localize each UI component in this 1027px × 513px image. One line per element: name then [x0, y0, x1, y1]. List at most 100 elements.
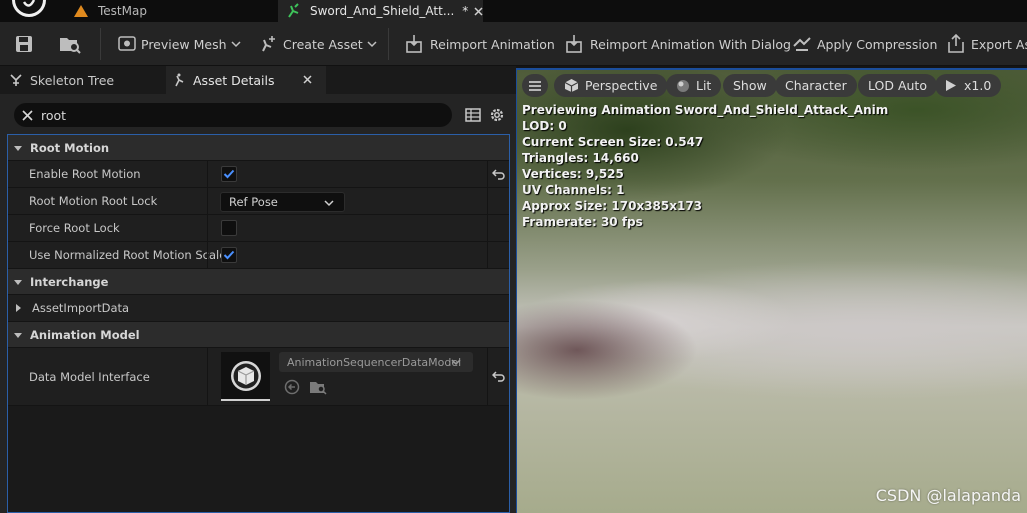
category-root-motion[interactable]: Root Motion: [8, 135, 509, 161]
property-force-root-lock: Force Root Lock: [8, 215, 509, 242]
category-animation-model[interactable]: Animation Model: [8, 322, 509, 348]
chevron-down-icon: [324, 200, 334, 207]
asset-cube-icon: [230, 360, 261, 391]
character-button[interactable]: Character: [775, 74, 857, 97]
hamburger-menu-icon: [529, 80, 541, 91]
tab-skeleton-tree[interactable]: Skeleton Tree: [0, 66, 165, 94]
character-label: Character: [785, 78, 847, 93]
preview-mesh-icon: [118, 36, 136, 51]
lit-label: Lit: [696, 78, 712, 93]
reimport-with-dialog-label: Reimport Animation With Dialog: [590, 36, 791, 52]
details-panel: Skeleton Tree Asset Details root Root Mo…: [0, 66, 516, 513]
chevron-down-icon: [451, 359, 461, 366]
play-icon: [946, 80, 956, 91]
viewport-stat-line: LOD: 0: [522, 119, 567, 133]
preview-mesh-button[interactable]: Preview Mesh: [118, 22, 246, 66]
preview-mesh-label: Preview Mesh: [141, 36, 227, 52]
checkmark-icon: [223, 250, 235, 260]
property-enable-root-motion: Enable Root Motion: [8, 161, 509, 188]
apply-compression-button[interactable]: Apply Compression: [792, 22, 937, 66]
tab-skeleton-tree-label: Skeleton Tree: [30, 72, 115, 88]
browse-folder-icon: [60, 38, 81, 54]
category-interchange[interactable]: Interchange: [8, 269, 509, 295]
close-icon[interactable]: [474, 6, 483, 16]
property-label: AssetImportData: [32, 301, 130, 315]
unreal-logo-icon[interactable]: [8, 0, 50, 20]
search-input[interactable]: root: [14, 103, 452, 127]
checkmark-icon: [223, 169, 235, 179]
data-model-value: AnimationSequencerDataModel: [287, 355, 462, 369]
tab-animation-asset[interactable]: Sword_And_Shield_Att... *: [278, 0, 483, 22]
settings-gear-icon[interactable]: [488, 106, 506, 124]
property-label: Use Normalized Root Motion Scale: [29, 248, 227, 262]
category-label: Interchange: [30, 274, 109, 289]
data-model-dropdown[interactable]: AnimationSequencerDataModel: [279, 352, 473, 372]
asset-details-icon: [173, 73, 185, 87]
viewport-stat-line: Vertices: 9,525: [522, 167, 624, 181]
property-label: Enable Root Motion: [29, 167, 141, 181]
chevron-right-icon: [16, 304, 21, 312]
chevron-down-icon: [14, 279, 22, 285]
chevron-down-icon: [14, 145, 22, 151]
root-lock-dropdown[interactable]: Ref Pose: [220, 192, 345, 212]
reset-to-default-icon[interactable]: [492, 167, 506, 181]
property-asset-import-data[interactable]: AssetImportData: [8, 295, 509, 322]
perspective-button[interactable]: Perspective: [554, 74, 668, 97]
tab-asset-details-label: Asset Details: [193, 72, 275, 88]
chevron-down-icon: [14, 332, 22, 338]
reimport-dialog-icon: [566, 35, 582, 53]
level-icon: [74, 5, 88, 17]
viewport-stat-line: Previewing Animation Sword_And_Shield_At…: [522, 103, 889, 117]
reimport-animation-button[interactable]: Reimport Animation: [405, 22, 555, 66]
root-lock-value: Ref Pose: [229, 195, 278, 209]
animation-sequence-icon: [286, 3, 302, 19]
chevron-down-icon: [367, 41, 377, 48]
perspective-cube-icon: [564, 79, 579, 92]
reimport-animation-label: Reimport Animation: [430, 36, 555, 52]
modified-indicator: *: [462, 4, 469, 18]
viewport-stat-line: Approx Size: 170x385x173: [522, 199, 703, 213]
create-asset-button[interactable]: Create Asset: [258, 22, 382, 66]
playback-speed-button[interactable]: x1.0: [935, 74, 1002, 97]
watermark-text: CSDN @lalapanda: [875, 486, 1021, 505]
reset-to-default-icon[interactable]: [492, 369, 506, 383]
playback-speed-label: x1.0: [964, 78, 992, 93]
clear-search-icon[interactable]: [22, 109, 33, 121]
data-model-thumbnail[interactable]: [221, 352, 270, 401]
lit-sphere-icon: [677, 79, 689, 92]
export-icon: [948, 34, 964, 53]
create-asset-label: Create Asset: [283, 36, 363, 52]
lit-button[interactable]: Lit: [666, 74, 722, 97]
reimport-with-dialog-button[interactable]: Reimport Animation With Dialog: [565, 22, 791, 66]
lod-label: LOD Auto: [868, 78, 927, 93]
viewport-stat-line: Triangles: 14,660: [522, 151, 639, 165]
preview-viewport[interactable]: Perspective Lit Show Character LOD Auto …: [516, 68, 1027, 513]
chevron-down-icon: [231, 41, 241, 48]
perspective-label: Perspective: [585, 78, 658, 93]
property-normalized-root-motion-scale: Use Normalized Root Motion Scale: [8, 242, 509, 269]
apply-compression-label: Apply Compression: [817, 36, 938, 52]
property-data-model-interface: Data Model Interface AnimationSequencerD…: [8, 348, 509, 406]
tab-testmap[interactable]: TestMap: [66, 0, 276, 22]
export-asset-button[interactable]: Export As: [946, 22, 1027, 66]
tab-label: Sword_And_Shield_Att...: [310, 4, 455, 18]
browse-asset-button[interactable]: [58, 22, 87, 66]
asset-toolbar: Preview Mesh Create Asset Reimport Anima…: [0, 22, 1027, 66]
lod-button[interactable]: LOD Auto: [858, 74, 937, 97]
viewport-menu-button[interactable]: [522, 74, 548, 97]
close-icon[interactable]: [303, 75, 312, 84]
enable-root-motion-checkbox[interactable]: [221, 166, 237, 182]
show-label: Show: [733, 78, 767, 93]
browse-to-asset-icon[interactable]: [309, 379, 327, 395]
show-button[interactable]: Show: [723, 74, 777, 97]
compression-icon: [793, 37, 811, 51]
category-label: Animation Model: [30, 327, 140, 342]
search-value: root: [41, 107, 67, 123]
force-root-lock-checkbox[interactable]: [221, 220, 237, 236]
tab-asset-details[interactable]: Asset Details: [166, 66, 326, 94]
use-selected-asset-icon[interactable]: [284, 379, 300, 395]
viewport-stat-line: Framerate: 30 fps: [522, 215, 643, 229]
normalized-scale-checkbox[interactable]: [221, 247, 237, 263]
table-view-icon[interactable]: [465, 107, 481, 123]
save-button[interactable]: [14, 22, 39, 66]
